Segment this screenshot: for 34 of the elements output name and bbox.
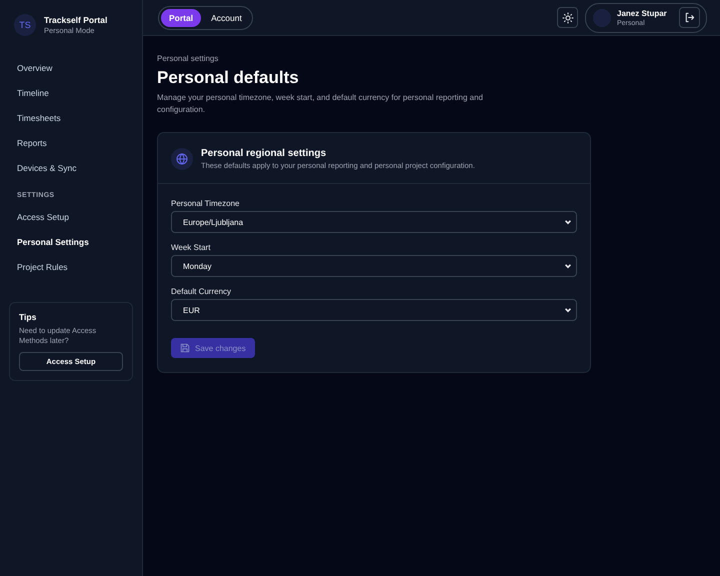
page-description: Manage your personal timezone, week start, and default currency for personal reporting and configuration. [157,92,484,116]
nav-item[interactable]: Timeline [9,80,133,106]
nav-item[interactable]: Overview [9,56,133,81]
page-title: Personal defaults [157,68,300,88]
card-title: Personal regional settings [201,148,328,160]
nav-item[interactable]: Personal Settings [9,230,133,255]
field-label: Week Start [171,243,212,252]
breadcrumb: Personal settings [157,54,220,63]
select-field[interactable]: Monday [171,255,577,278]
chevron-down-icon [564,262,572,270]
user-name: Janez Stupar [617,8,668,18]
field-label: Default Currency [171,287,232,296]
select-field[interactable]: EUR [171,299,577,322]
logo-badge: TS [14,14,36,36]
tips-title: Tips [19,312,38,322]
floppy-icon [180,343,190,354]
select-field[interactable]: Europe/Ljubljana [171,211,577,234]
field-label: Personal Timezone [171,199,240,208]
sun-icon [562,12,574,24]
logout-icon [684,12,695,23]
theme-toggle-button[interactable] [557,7,578,28]
logout-button[interactable] [679,7,700,28]
mode-tab[interactable]: Portal [161,8,202,26]
app-name: Trackself Portal [44,15,108,25]
nav-item[interactable]: Devices & Sync [9,155,133,180]
nav-item[interactable]: Reports [9,130,133,156]
globe-icon [171,148,193,170]
nav-item[interactable]: Access Setup [9,204,133,230]
mode-tab[interactable]: Account [203,8,250,26]
chevron-down-icon [564,218,572,226]
nav-item[interactable]: Timesheets [9,106,133,130]
avatar [593,8,611,26]
chevron-down-icon [564,306,572,314]
nav-item[interactable]: Project Rules [9,254,133,280]
